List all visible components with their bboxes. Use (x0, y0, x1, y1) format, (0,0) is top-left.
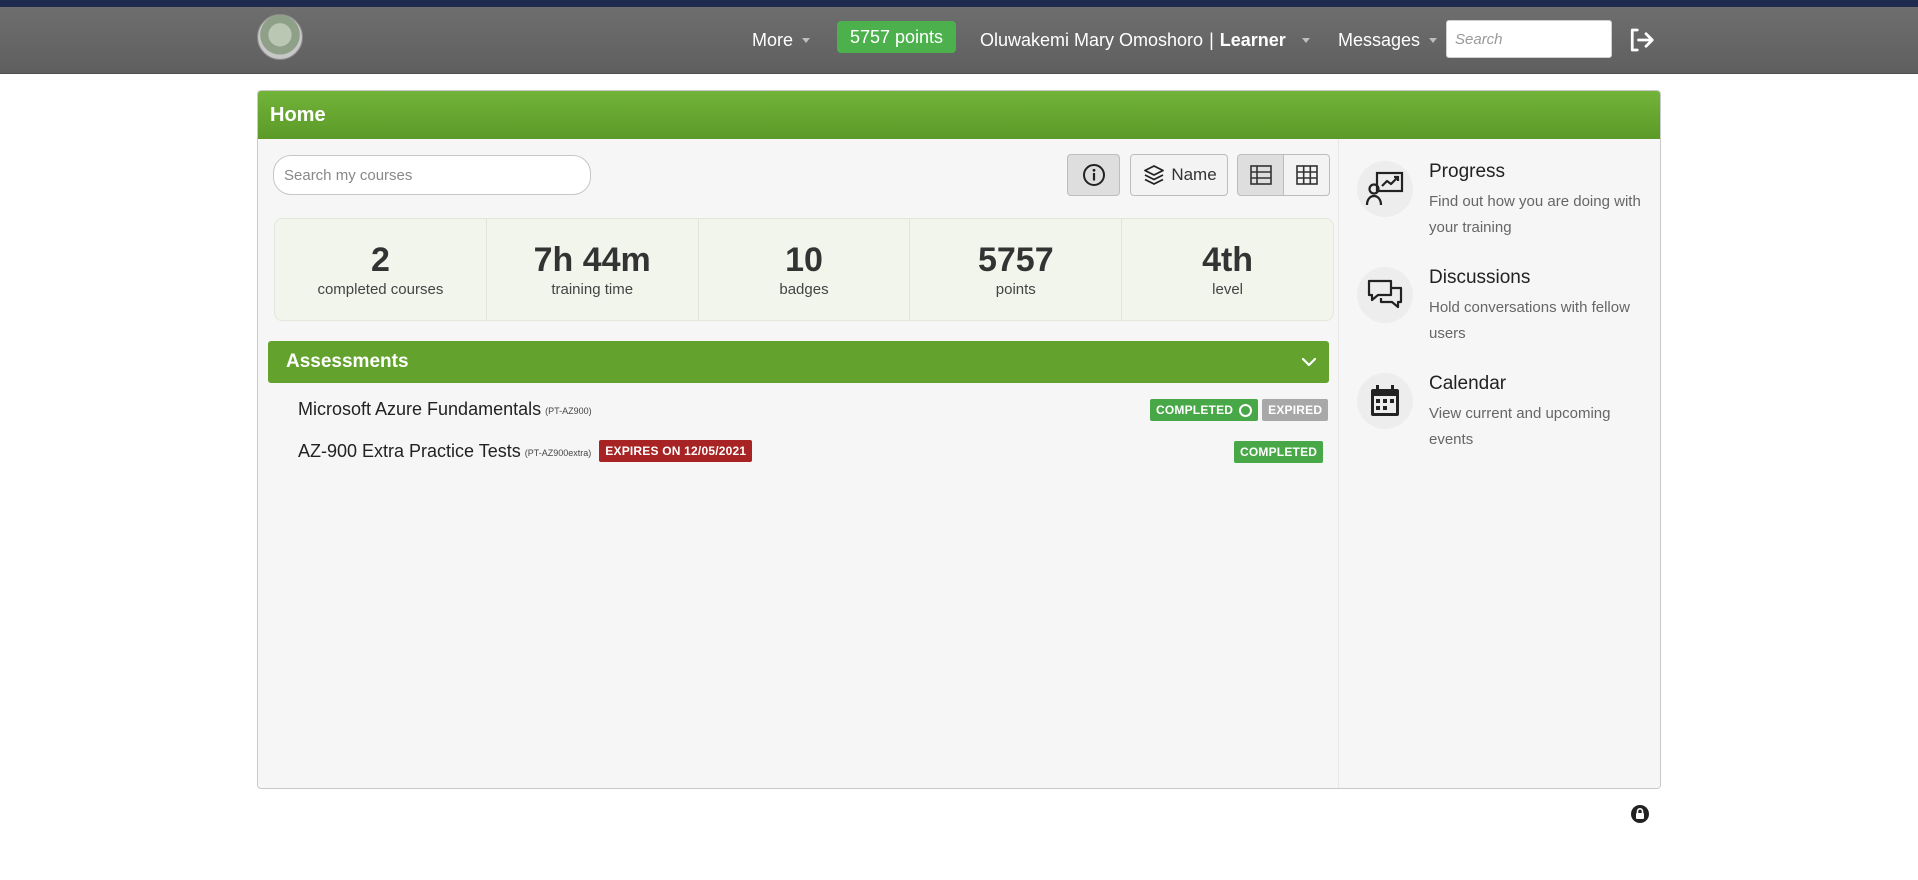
stat-value: 7h 44m (533, 241, 651, 279)
stat-value: 2 (370, 241, 390, 279)
user-menu[interactable]: Oluwakemi Mary Omoshoro | Learner (980, 7, 1310, 73)
top-navbar: More 5757 points Oluwakemi Mary Omoshoro… (0, 7, 1918, 74)
sidebar: Progress Find out how you are doing with… (1338, 139, 1660, 788)
status-ring-icon (1239, 403, 1253, 417)
completed-badge: COMPLETED (1150, 399, 1259, 421)
sidebar-item-title[interactable]: Progress (1429, 161, 1505, 183)
sidebar-item-title[interactable]: Calendar (1429, 373, 1506, 395)
assessment-title[interactable]: Microsoft Azure Fundamentals (298, 399, 541, 420)
grid-view-icon (1295, 165, 1318, 185)
sort-label: Name (1171, 165, 1217, 184)
stat-value: 10 (785, 241, 823, 279)
messages-menu[interactable]: Messages (1338, 7, 1438, 73)
stat-label: completed courses (317, 281, 444, 298)
progress-chart-icon (1357, 161, 1413, 217)
global-search-input[interactable] (1446, 20, 1612, 58)
assessment-row[interactable]: Microsoft Azure Fundamentals (PT-AZ900) (298, 397, 592, 421)
course-search-input[interactable] (273, 155, 591, 195)
chevron-down-icon (1301, 357, 1317, 367)
points-badge[interactable]: 5757 points (837, 21, 956, 53)
list-view-button[interactable] (1237, 154, 1284, 196)
calendar-icon (1357, 373, 1413, 429)
assessment-code: (PT-AZ900extra) (524, 447, 592, 458)
sign-out-icon[interactable] (1626, 25, 1656, 55)
user-separator: | (1209, 29, 1214, 50)
completed-badge-label: COMPLETED (1156, 403, 1234, 417)
more-menu[interactable]: More (752, 7, 811, 73)
stat-training-time: 7h 44m training time (487, 219, 699, 320)
lock-icon[interactable] (1630, 804, 1650, 824)
sidebar-item-description: Find out how you are doing with your tra… (1429, 193, 1641, 236)
grid-view-button[interactable] (1284, 154, 1330, 196)
info-button[interactable] (1067, 154, 1120, 196)
chevron-down-icon (802, 37, 811, 43)
sidebar-item-description: Hold conversations with fellow users (1429, 299, 1630, 342)
organization-logo[interactable] (257, 14, 303, 60)
info-icon (1082, 164, 1105, 186)
expiry-badge: EXPIRES ON 12/05/2021 (599, 440, 753, 462)
assessment-status-badges: COMPLETED (1234, 441, 1324, 463)
stat-value: 4th (1202, 241, 1254, 279)
completed-badge: COMPLETED (1234, 441, 1324, 463)
stat-points: 5757 points (910, 219, 1123, 320)
user-name: Oluwakemi Mary Omoshoro (980, 29, 1204, 50)
assessment-status-badges: COMPLETED EXPIRED (1150, 399, 1329, 421)
sidebar-item-description: View current and upcoming events (1429, 405, 1611, 448)
stat-label: points (995, 281, 1036, 298)
stats-summary: 2 completed courses 7h 44m training time… (274, 218, 1334, 321)
stat-label: level (1212, 281, 1244, 298)
user-role: Learner (1219, 29, 1286, 50)
assessment-code: (PT-AZ900) (545, 405, 592, 416)
stat-value: 5757 (977, 241, 1054, 279)
chevron-down-icon (1301, 37, 1310, 43)
chat-bubbles-icon (1357, 267, 1413, 323)
list-view-icon (1249, 165, 1272, 185)
chevron-down-icon (1429, 37, 1438, 43)
assessments-title: Assessments (286, 351, 409, 372)
assessment-row[interactable]: AZ-900 Extra Practice Tests (PT-AZ900ext… (298, 439, 753, 463)
stat-level: 4th level (1122, 219, 1333, 320)
assessments-section-header[interactable]: Assessments (268, 341, 1329, 383)
stat-label: training time (551, 281, 634, 298)
stat-badges: 10 badges (699, 219, 911, 320)
expired-badge: EXPIRED (1262, 399, 1329, 421)
more-menu-label: More (752, 29, 794, 50)
sidebar-item-title[interactable]: Discussions (1429, 267, 1530, 289)
assessment-title[interactable]: AZ-900 Extra Practice Tests (298, 441, 521, 462)
stat-label: badges (779, 281, 829, 298)
layers-icon (1144, 165, 1165, 185)
messages-label: Messages (1338, 29, 1421, 50)
top-strip (0, 0, 1918, 7)
sort-by-name-button[interactable]: Name (1130, 154, 1228, 196)
page-title: Home (258, 91, 1660, 139)
home-panel: Home Name (257, 90, 1661, 789)
stat-completed-courses: 2 completed courses (275, 219, 487, 320)
